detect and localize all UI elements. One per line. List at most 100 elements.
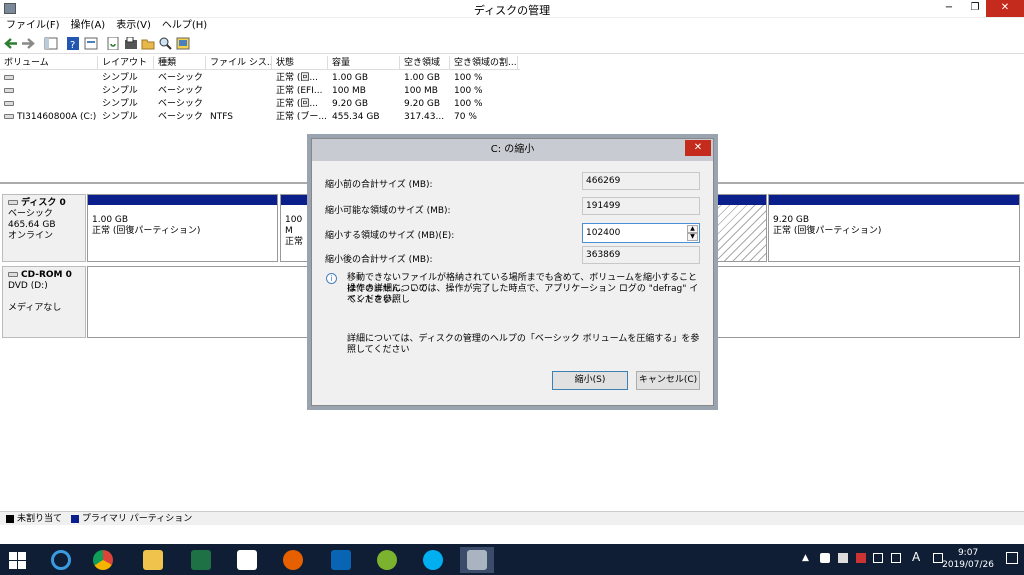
- back-arrow-icon[interactable]: [4, 37, 18, 50]
- refresh-icon[interactable]: [106, 37, 120, 50]
- partition-desc: 正常 (回復パーティション): [773, 226, 882, 236]
- column-filesystem[interactable]: ファイル シス...: [206, 56, 272, 70]
- wechat-icon[interactable]: [370, 547, 404, 573]
- row-free-space: 1.00 GB: [404, 73, 441, 83]
- chrome-icon[interactable]: [86, 547, 120, 573]
- console-tree-icon[interactable]: [44, 37, 58, 50]
- action-center-icon[interactable]: [1006, 552, 1018, 564]
- partition-desc: 正常: [285, 237, 304, 247]
- clock-time: 9:07: [957, 548, 979, 558]
- column-capacity[interactable]: 容量: [328, 56, 400, 70]
- shrink-amount-input[interactable]: 102400 ▲ ▼: [582, 223, 700, 243]
- volume-icon[interactable]: [891, 553, 901, 563]
- column-free-space[interactable]: 空き領域: [400, 56, 450, 70]
- forward-arrow-icon[interactable]: [21, 37, 35, 50]
- table-row[interactable]: シンプル ベーシック 正常 (回... 9.20 GB 9.20 GB 100 …: [0, 98, 520, 111]
- unallocated-swatch: [6, 514, 14, 523]
- minimize-button[interactable]: −: [938, 0, 960, 17]
- row-status: 正常 (回...: [276, 99, 318, 109]
- restore-button[interactable]: ❐: [964, 0, 986, 17]
- disk-name: CD-ROM 0: [21, 270, 72, 280]
- row-volume-cell: [0, 72, 98, 85]
- menu-view[interactable]: 表示(V): [116, 18, 151, 34]
- info-icon: i: [326, 273, 337, 284]
- volume-name: TI31460800A (C:): [17, 112, 97, 122]
- primary-partition-bar: [281, 195, 311, 205]
- outlook-icon[interactable]: [324, 547, 358, 573]
- column-volume[interactable]: ボリューム: [0, 56, 98, 70]
- table-row[interactable]: シンプル ベーシック 正常 (EFI... 100 MB 100 MB 100 …: [0, 85, 520, 98]
- partition-efi[interactable]: 100 M 正常: [280, 194, 312, 262]
- view-icon[interactable]: [176, 37, 190, 50]
- row-free-percent: 100 %: [454, 73, 483, 83]
- row-status: 正常 (ブー...: [276, 112, 327, 122]
- ime-indicator[interactable]: A: [912, 550, 920, 564]
- cancel-button[interactable]: キャンセル(C): [636, 371, 700, 390]
- windows-start-icon[interactable]: [9, 552, 26, 569]
- cdrom-0-label[interactable]: CD-ROM 0 DVD (D:) メディアなし: [2, 266, 86, 338]
- shrinkable-size-value: 191499: [582, 197, 700, 215]
- drive-icon: [4, 88, 14, 93]
- column-free-percent[interactable]: 空き領域の割...: [450, 56, 518, 70]
- shrink-amount-value: 102400: [586, 228, 621, 238]
- row-capacity: 455.34 GB: [332, 112, 380, 122]
- properties-icon[interactable]: [84, 37, 98, 50]
- disk-0-label[interactable]: ディスク 0 ベーシック 465.64 GB オンライン: [2, 194, 86, 262]
- show-hidden-icons-icon[interactable]: ▲: [802, 553, 809, 563]
- primary-partition-bar: [769, 195, 1019, 205]
- legend-primary: プライマリ パーティション: [81, 514, 193, 524]
- partition-c-drive-selected[interactable]: [714, 194, 767, 262]
- onedrive-icon[interactable]: [820, 553, 830, 563]
- shrink-button[interactable]: 縮小(S): [552, 371, 628, 390]
- menu-bar: ファイル(F) 操作(A) 表示(V) ヘルプ(H): [0, 18, 1024, 34]
- row-filesystem: NTFS: [210, 112, 233, 122]
- table-row[interactable]: シンプル ベーシック 正常 (回... 1.00 GB 1.00 GB 100 …: [0, 72, 520, 85]
- row-type: ベーシック: [158, 112, 203, 122]
- row-filesystem: [206, 98, 272, 111]
- skype-icon[interactable]: [416, 547, 450, 573]
- total-size-before-value: 466269: [582, 172, 700, 190]
- file-explorer-icon[interactable]: [136, 547, 170, 573]
- svg-text:?: ?: [70, 40, 75, 50]
- firefox-icon[interactable]: [276, 547, 310, 573]
- table-row[interactable]: TI31460800A (C:) シンプル ベーシック NTFS 正常 (ブー.…: [0, 111, 520, 124]
- row-type: ベーシック: [158, 86, 203, 96]
- notification-app-icon[interactable]: [856, 553, 866, 563]
- partition-recovery-1[interactable]: 1.00 GB 正常 (回復パーティション): [87, 194, 278, 262]
- search-icon[interactable]: [158, 37, 172, 50]
- internet-explorer-icon[interactable]: [44, 547, 78, 573]
- menu-action[interactable]: 操作(A): [71, 18, 106, 34]
- total-size-after-value: 363869: [582, 246, 700, 264]
- disk-management-taskbar-icon[interactable]: [460, 547, 494, 573]
- spin-down-icon[interactable]: ▼: [687, 233, 698, 241]
- column-status[interactable]: 状態: [272, 56, 328, 70]
- volume-list-header: ボリューム レイアウト 種類 ファイル シス... 状態 容量 空き領域 空き領…: [0, 56, 520, 70]
- dialog-close-button[interactable]: ✕: [685, 140, 711, 156]
- shrink-dialog: C: の縮小 ✕ 縮小前の合計サイズ (MB): 466269 縮小可能な領域の…: [311, 138, 714, 406]
- network-icon[interactable]: [873, 553, 883, 563]
- disk-name: ディスク 0: [21, 198, 66, 208]
- partition-recovery-2[interactable]: 9.20 GB 正常 (回復パーティション): [768, 194, 1020, 262]
- paint-icon[interactable]: [230, 547, 264, 573]
- open-folder-icon[interactable]: [141, 37, 155, 50]
- menu-file[interactable]: ファイル(F): [6, 18, 60, 34]
- row-free-percent: 100 %: [454, 86, 483, 96]
- row-type: ベーシック: [158, 73, 203, 83]
- row-volume-cell: [0, 98, 98, 111]
- help-icon[interactable]: ?: [66, 37, 80, 50]
- row-filesystem: [206, 72, 272, 85]
- shrink-amount-label: 縮小する領域のサイズ (MB)(E):: [325, 231, 455, 241]
- menu-help[interactable]: ヘルプ(H): [162, 18, 207, 34]
- spin-up-icon[interactable]: ▲: [687, 225, 698, 233]
- total-size-after-label: 縮小後の合計サイズ (MB):: [325, 255, 433, 265]
- column-layout[interactable]: レイアウト: [98, 56, 154, 70]
- security-icon[interactable]: [838, 553, 848, 563]
- row-layout: シンプル: [102, 73, 138, 83]
- column-type[interactable]: 種類: [154, 56, 206, 70]
- check-disk-icon[interactable]: [124, 37, 138, 50]
- row-volume-cell: TI31460800A (C:): [0, 111, 98, 124]
- close-button[interactable]: ✕: [986, 0, 1024, 17]
- clock[interactable]: 9:07 2019/07/26: [942, 547, 994, 571]
- row-free-percent: 70 %: [454, 112, 477, 122]
- excel-icon[interactable]: [184, 547, 218, 573]
